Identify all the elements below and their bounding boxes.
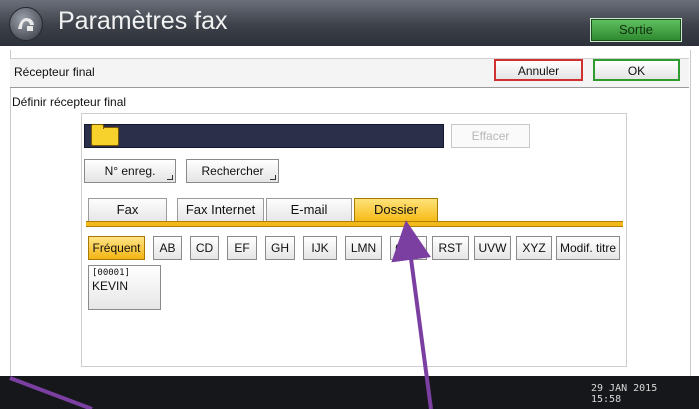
annotation-arrow [391,220,433,409]
annotation-overlay [9,220,433,409]
annotation-arrow-left [9,376,93,409]
